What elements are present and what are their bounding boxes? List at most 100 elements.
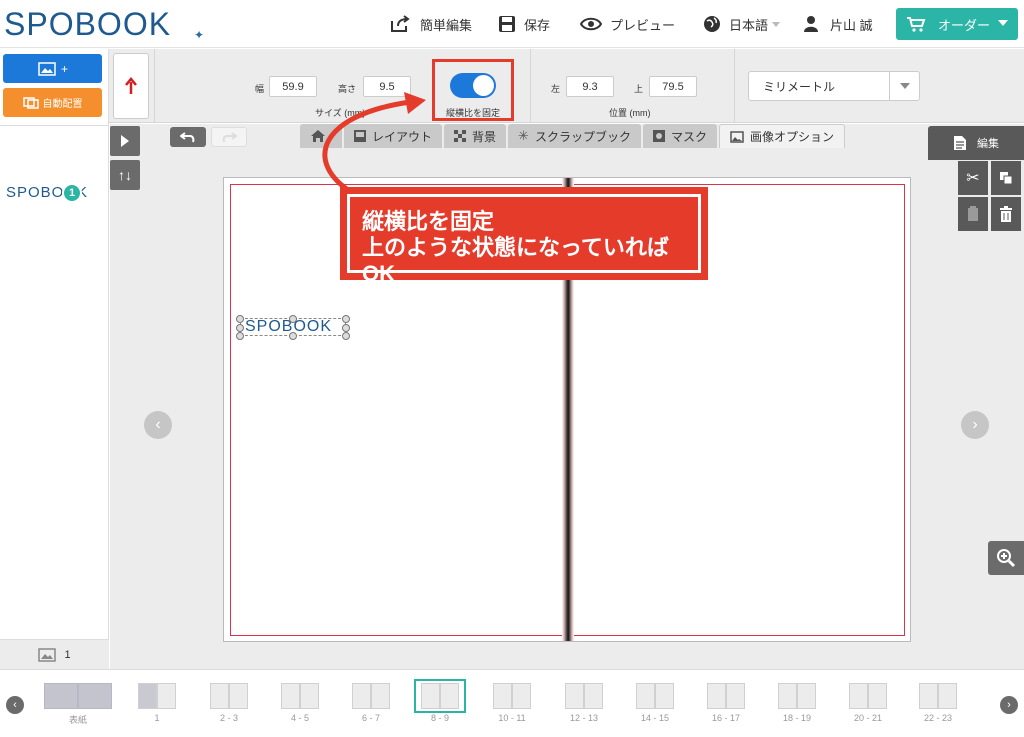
preview-label: プレビュー [610, 17, 676, 33]
globe-icon [704, 16, 720, 32]
unit-select[interactable]: ミリメートル [748, 71, 920, 101]
page-thumbnail[interactable]: 1 [135, 683, 179, 723]
resize-handle[interactable] [342, 324, 350, 332]
resize-handle[interactable] [236, 332, 244, 340]
eye-icon [580, 17, 602, 31]
page-leaf [868, 683, 887, 709]
language-select[interactable]: 日本語 [703, 14, 781, 34]
strip-next-button[interactable]: › [1000, 696, 1018, 714]
prev-page-button[interactable]: ‹ [144, 411, 172, 439]
cart-icon [907, 17, 926, 32]
tab-mask[interactable]: マスク [642, 124, 717, 148]
scissors-icon: ✂ [966, 170, 980, 187]
page-thumbnail[interactable]: 14 - 15 [633, 683, 677, 723]
app-logo[interactable]: SPOBOOK [4, 6, 171, 43]
page-thumbnail-image [846, 683, 890, 709]
delete-button[interactable] [991, 197, 1021, 231]
language-label: 日本語 [729, 17, 769, 33]
strip-prev-button[interactable]: ‹ [6, 696, 24, 714]
add-photo-button[interactable]: + [3, 54, 102, 83]
resize-handle[interactable] [289, 315, 297, 323]
page-leaf [726, 683, 745, 709]
user-icon [804, 16, 818, 32]
logo-star-icon: ✦ [194, 28, 205, 42]
undo-button[interactable] [170, 127, 206, 147]
page-thumbnail[interactable]: 18 - 19 [775, 683, 819, 723]
swap-arrows-icon: ↑↓ [118, 167, 132, 183]
next-page-button[interactable]: › [961, 411, 989, 439]
page-thumbnail-image [916, 683, 960, 709]
back-button[interactable] [113, 53, 149, 119]
simple-edit-button[interactable]: 簡単編集 [390, 14, 472, 34]
page-thumbnail[interactable]: 4 - 5 [278, 683, 322, 723]
resize-handle[interactable] [236, 315, 244, 323]
page-leaf [300, 683, 319, 709]
image-icon [730, 130, 744, 143]
edit-label: 編集 [977, 138, 999, 150]
page-thumbnail-image [562, 683, 606, 709]
resize-handle[interactable] [342, 315, 350, 323]
resize-handle[interactable] [289, 332, 297, 340]
save-button[interactable]: 保存 [498, 14, 550, 34]
page-leaf [493, 683, 512, 709]
edit-button[interactable]: 編集 [928, 126, 1024, 160]
page-leaf [512, 683, 531, 709]
copy-button[interactable] [991, 161, 1021, 195]
resize-handle[interactable] [342, 332, 350, 340]
zoom-button[interactable] [988, 541, 1024, 575]
expand-panel-button[interactable] [110, 126, 140, 156]
resize-handle[interactable] [236, 324, 244, 332]
paste-button[interactable] [958, 197, 988, 231]
tab-background[interactable]: 背景 [444, 124, 507, 148]
auto-layout-button[interactable]: 自動配置 [3, 88, 102, 117]
tab-scrapbook[interactable]: ✳ スクラップブック [508, 124, 641, 148]
user-menu[interactable]: 片山 誠 [804, 14, 873, 34]
page-leaf [371, 683, 390, 709]
page-leaf [44, 683, 78, 709]
divider [734, 49, 735, 123]
top-input[interactable]: 79.5 [649, 76, 697, 97]
tab-image-options[interactable]: 画像オプション [718, 124, 845, 148]
left-input[interactable]: 9.3 [566, 76, 614, 97]
page-leaf [440, 683, 459, 709]
page-thumbnail[interactable]: 2 - 3 [207, 683, 251, 723]
page-thumbnail-label: 表紙 [68, 715, 87, 725]
redo-button[interactable] [211, 127, 247, 147]
preview-button[interactable]: プレビュー [580, 14, 675, 34]
divider [530, 49, 531, 123]
cut-button[interactable]: ✂ [958, 161, 988, 195]
order-button[interactable]: オーダー [896, 8, 1018, 40]
page-leaf [421, 683, 440, 709]
usage-count-badge: 1 [62, 183, 82, 203]
swap-button[interactable]: ↑↓ [110, 160, 140, 190]
page-leaf [849, 683, 868, 709]
page-thumbnail-image [414, 679, 466, 713]
page-thumbnail[interactable]: 22 - 23 [916, 683, 960, 723]
order-label: オーダー [938, 17, 991, 33]
page-thumbnail[interactable]: 10 - 11 [490, 683, 534, 723]
annotation-text: 縦横比を固定 上のような状態になっていればOK [362, 209, 669, 286]
page-thumbnail[interactable]: 表紙 [43, 683, 113, 726]
add-photo-icon [38, 61, 56, 76]
page-thumbnail[interactable]: 12 - 13 [562, 683, 606, 723]
page-thumbnail-label: 4 - 5 [290, 713, 309, 723]
page-thumbnail[interactable]: 16 - 17 [704, 683, 748, 723]
toggle-highlight-box [432, 59, 514, 121]
save-label: 保存 [524, 17, 551, 33]
image-icon [38, 647, 57, 662]
copy-icon [1000, 172, 1013, 185]
page-leaf [584, 683, 603, 709]
page-thumbnail-label: 20 - 21 [853, 713, 883, 723]
page-thumbnail-image [704, 683, 748, 709]
page-thumbnail-image [278, 683, 322, 709]
play-icon [121, 135, 129, 147]
page-thumbnail[interactable]: 20 - 21 [846, 683, 890, 723]
user-name: 片山 誠 [830, 17, 873, 33]
callout-arrow [322, 92, 426, 193]
edit-document-icon [954, 136, 966, 150]
page-thumbnail[interactable]: 6 - 7 [349, 683, 393, 723]
trash-icon [1000, 206, 1012, 222]
page-thumbnail[interactable]: 8 - 9 [414, 679, 466, 723]
redo-icon [222, 132, 237, 143]
annotation-inner-frame: 縦横比を固定 上のような状態になっていればOK [347, 194, 701, 286]
